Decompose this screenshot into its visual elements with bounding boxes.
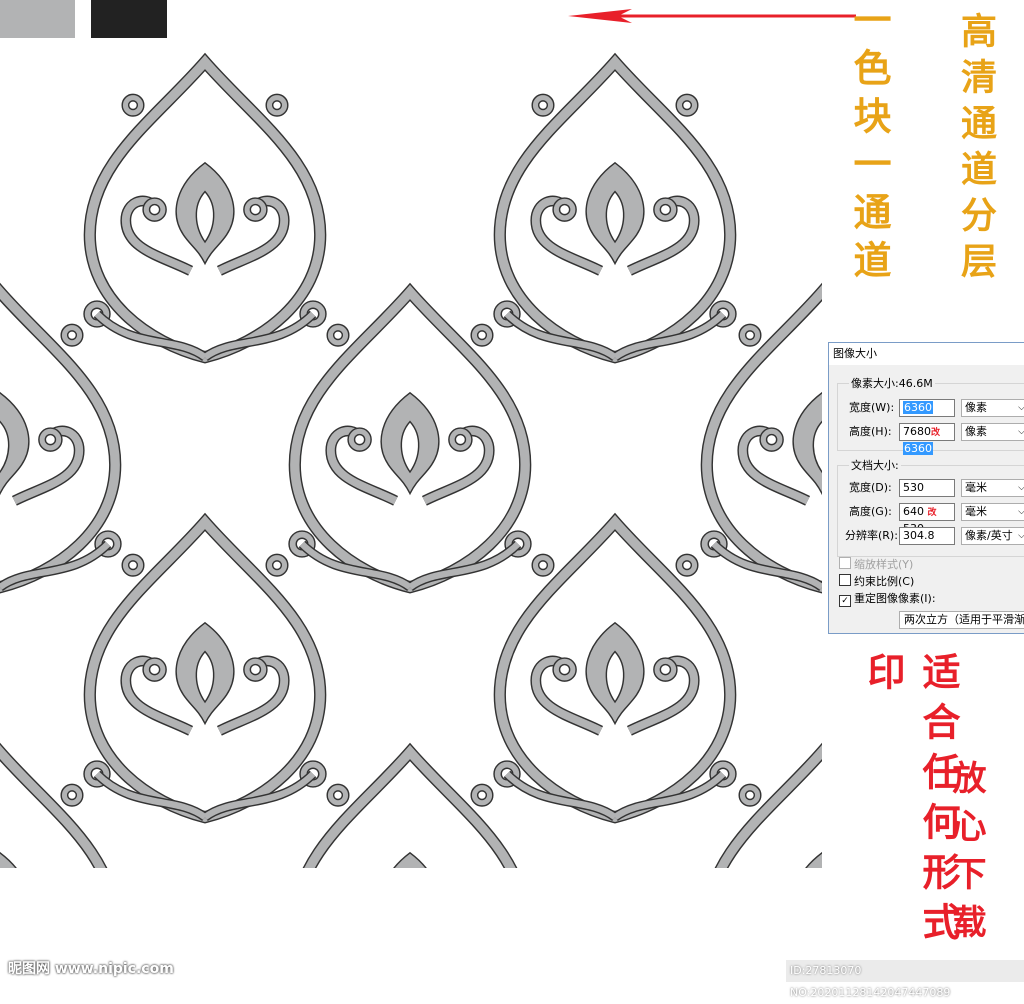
- doc-height-input[interactable]: 640 改 530: [899, 503, 955, 535]
- pixel-width-label: 宽度(W):: [849, 401, 895, 414]
- document-size-label: 文档大小:: [849, 457, 901, 473]
- pixel-width-unit-select[interactable]: 像素 ⌵: [961, 399, 1024, 417]
- callout-download-safely: 放心下载: [946, 760, 986, 952]
- nipic-watermark-logo: 昵图网 www.nipic.com: [8, 961, 174, 977]
- pixel-dimensions-label: 像素大小:46.6M: [849, 375, 935, 391]
- doc-width-input[interactable]: 530: [899, 479, 955, 497]
- callout-hd-channel-layers: 高清通道分层: [955, 12, 997, 288]
- image-id-watermark: ID:27813070 NO:20201128142047447089: [786, 960, 1024, 999]
- image-size-dialog: 图像大小 像素大小:46.6M 宽度(W): 6360 像素 ⌵ 高度(H): 7…: [828, 342, 1024, 634]
- pixel-height-label: 高度(H):: [849, 425, 892, 438]
- resolution-unit-select[interactable]: 像素/英寸 ⌵: [961, 527, 1024, 545]
- callout-one-block-one-channel: 一色块一通道: [847, 0, 892, 288]
- black-color-swatch: [91, 0, 167, 38]
- pixel-width-input[interactable]: 6360: [899, 399, 955, 417]
- chevron-down-icon: ⌵: [1018, 403, 1024, 413]
- red-arrow-icon: [568, 9, 856, 23]
- resample-image-checkbox[interactable]: ✓ 重定图像像素(I):: [839, 591, 936, 607]
- resample-method-select[interactable]: 两次立方（适用于平滑渐变: [899, 611, 1024, 629]
- pixel-height-unit-select[interactable]: 像素 ⌵: [961, 423, 1024, 441]
- ornamental-damask-pattern: [0, 46, 822, 868]
- doc-height-unit-select[interactable]: 毫米 ⌵: [961, 503, 1024, 521]
- doc-height-label: 高度(G):: [849, 505, 892, 518]
- edit-mark: 改: [931, 428, 941, 438]
- resolution-label: 分辨率(R):: [845, 529, 898, 542]
- chevron-down-icon: ⌵: [1018, 483, 1024, 493]
- constrain-proportions-checkbox[interactable]: 约束比例(C): [839, 574, 914, 590]
- chevron-down-icon: ⌵: [1018, 427, 1024, 437]
- scale-styles-checkbox[interactable]: 缩放样式(Y): [839, 557, 913, 573]
- edit-mark: 改: [927, 508, 937, 518]
- checkmark-icon: ✓: [839, 595, 851, 607]
- dialog-title: 图像大小: [829, 343, 1024, 365]
- chevron-down-icon: ⌵: [1018, 507, 1024, 517]
- chevron-down-icon: ⌵: [1018, 531, 1024, 541]
- doc-width-label: 宽度(D):: [849, 481, 892, 494]
- gray-color-swatch: [0, 0, 75, 38]
- pixel-height-input[interactable]: 7680改6360: [899, 423, 955, 455]
- resolution-input[interactable]: 304.8: [899, 527, 955, 545]
- doc-width-unit-select[interactable]: 毫米 ⌵: [961, 479, 1024, 497]
